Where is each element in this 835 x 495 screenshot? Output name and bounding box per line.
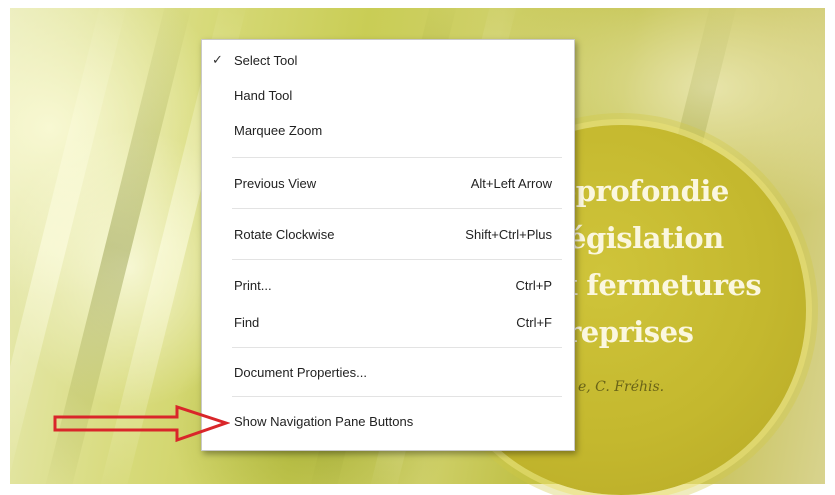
menu-separator [232,208,562,209]
menu-item-label: Document Properties... [234,365,367,380]
cover-author: e, C. Fréhis. [578,379,665,395]
cover-title-line: reprises [566,315,694,349]
menu-item-document-properties[interactable]: Document Properties... [202,360,574,386]
context-menu: ✓ Select Tool Hand Tool Marquee Zoom Pre… [201,39,575,451]
arrow-right-icon [53,404,230,443]
menu-item-marquee-zoom[interactable]: Marquee Zoom [202,118,574,144]
menu-item-show-navigation-pane-buttons[interactable]: Show Navigation Pane Buttons [202,409,574,435]
menu-item-label: Select Tool [234,53,298,68]
menu-separator [232,396,562,397]
menu-item-label: Marquee Zoom [234,123,323,138]
menu-item-hand-tool[interactable]: Hand Tool [202,83,574,109]
menu-item-rotate-clockwise[interactable]: Rotate Clockwise Shift+Ctrl+Plus [202,222,574,248]
menu-item-shortcut: Ctrl+P [515,278,552,293]
menu-item-label: Print... [234,278,272,293]
check-icon: ✓ [212,52,223,67]
menu-item-label: Rotate Clockwise [234,227,335,242]
menu-separator [232,157,562,158]
menu-separator [232,347,562,348]
menu-item-label: Find [234,315,260,330]
menu-item-print[interactable]: Print... Ctrl+P [202,273,574,299]
menu-item-select-tool[interactable]: ✓ Select Tool [202,48,574,74]
menu-item-shortcut: Shift+Ctrl+Plus [465,227,552,242]
cover-title-line: x fermetures [560,268,762,302]
menu-item-previous-view[interactable]: Previous View Alt+Left Arrow [202,171,574,197]
menu-item-shortcut: Ctrl+F [516,315,552,330]
menu-item-shortcut: Alt+Left Arrow [470,176,552,191]
cover-title-line: égislation [568,221,724,255]
arrow-outline [53,404,230,443]
cover-title: pprofondie égislation x fermetures repri… [556,168,762,356]
menu-item-label: Hand Tool [234,88,293,103]
menu-item-label: Previous View [234,176,317,191]
menu-item-find[interactable]: Find Ctrl+F [202,310,574,336]
cover-title-line: pprofondie [556,174,729,208]
menu-separator [232,259,562,260]
menu-item-label: Show Navigation Pane Buttons [234,414,414,429]
